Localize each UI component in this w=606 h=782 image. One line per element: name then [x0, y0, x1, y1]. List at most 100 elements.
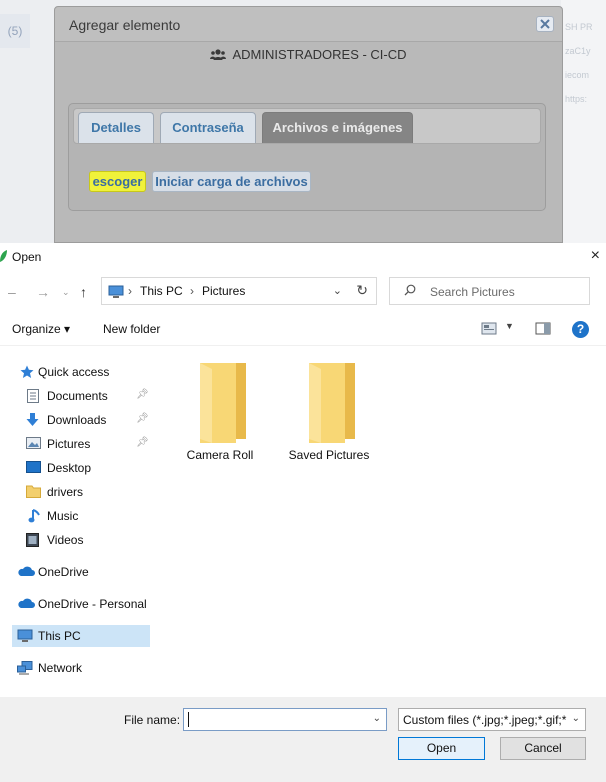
file-name-label: File name: [124, 713, 181, 727]
nav-pictures[interactable]: Pictures 📌︎ [12, 433, 150, 455]
snippet-text: SH PR [565, 22, 593, 32]
nav-onedrive[interactable]: OneDrive [12, 561, 150, 583]
breadcrumb-separator-icon: › [128, 284, 132, 298]
view-options-icon[interactable] [481, 322, 497, 335]
help-icon[interactable]: ? [572, 321, 589, 338]
breadcrumb-pictures[interactable]: Pictures [202, 284, 245, 298]
modal-title: Agregar elemento [69, 17, 181, 33]
address-bar[interactable]: › This PC › Pictures ⌄ ↻ [101, 277, 377, 305]
pin-icon[interactable]: 📌︎ [136, 437, 149, 448]
cloud-icon [18, 598, 35, 608]
open-button[interactable]: Open [398, 737, 485, 760]
network-icon [17, 661, 33, 675]
folder-icon [309, 363, 355, 443]
search-placeholder: Search Pictures [430, 285, 515, 299]
file-name-dropdown-icon[interactable]: ⌄ [373, 713, 381, 724]
dialog-title-bar: Open × [0, 243, 606, 271]
nav-drivers[interactable]: drivers [12, 481, 150, 503]
pictures-icon [26, 437, 41, 449]
nav-music[interactable]: Music [12, 505, 150, 527]
nav-label: This PC [38, 629, 81, 643]
back-arrow-icon[interactable]: – [8, 284, 16, 300]
recent-dropdown-icon[interactable]: ⌄ [62, 287, 70, 298]
group-heading: ADMINISTRADORES - CI-CD [55, 47, 562, 62]
document-icon [27, 389, 39, 403]
users-icon [210, 49, 227, 60]
up-arrow-icon[interactable]: ↑ [80, 284, 87, 300]
nav-label: OneDrive [38, 565, 89, 579]
right-column-snippets: SH PR zaC1y iecom https: [561, 0, 606, 243]
cloud-icon [18, 566, 35, 576]
close-icon [540, 19, 550, 29]
tab-panel: Detalles Contraseña Archivos e imágenes … [68, 103, 546, 211]
dialog-close-button[interactable]: × [591, 247, 600, 265]
tab-contrasena[interactable]: Contraseña [160, 112, 256, 143]
nav-label: Videos [47, 533, 84, 547]
add-item-modal: Agregar elemento ADMINISTRADORES - CI-CD… [54, 6, 563, 243]
folder-label: Camera Roll [186, 448, 254, 462]
refresh-icon[interactable]: ↻ [356, 282, 368, 299]
choose-button[interactable]: escoger [89, 171, 146, 192]
start-upload-button[interactable]: Iniciar carga de archivos [152, 171, 311, 192]
nav-downloads[interactable]: Downloads 📌︎ [12, 409, 150, 431]
organize-menu[interactable]: Organize ▾ [12, 322, 70, 336]
music-icon [28, 509, 40, 523]
folder-label: Saved Pictures [288, 448, 370, 462]
left-counter: (5) [0, 14, 30, 48]
navigation-row: – → ⌄ ↑ › This PC › Pictures ⌄ ↻ Search … [0, 276, 606, 308]
file-type-value: Custom files (*.jpg;*.jpeg;*.gif;* [403, 713, 567, 727]
tab-archivos-imagenes[interactable]: Archivos e imágenes [262, 112, 413, 143]
nav-onedrive-personal[interactable]: OneDrive - Personal [12, 593, 150, 615]
new-folder-button[interactable]: New folder [103, 322, 160, 336]
snippet-text: zaC1y [565, 46, 591, 56]
pin-icon[interactable]: 📌︎ [136, 413, 149, 424]
app-leaf-icon [0, 250, 7, 262]
view-dropdown-icon[interactable]: ▼ [505, 321, 514, 331]
folder-camera-roll[interactable]: Camera Roll [172, 353, 268, 463]
search-box[interactable]: Search Pictures [389, 277, 590, 305]
tab-bar: Detalles Contraseña Archivos e imágenes [73, 108, 541, 144]
pin-icon[interactable]: 📌︎ [136, 389, 149, 400]
folder-saved-pictures[interactable]: Saved Pictures [281, 353, 377, 463]
nav-label: OneDrive - Personal [38, 597, 147, 611]
nav-label: Desktop [47, 461, 92, 475]
computer-icon [17, 629, 33, 642]
nav-label: Pictures [47, 437, 91, 451]
nav-label: Quick access [38, 365, 110, 379]
modal-close-button[interactable] [536, 16, 554, 32]
search-icon [404, 284, 416, 296]
computer-icon [108, 285, 124, 298]
nav-desktop[interactable]: Desktop [12, 457, 150, 479]
address-dropdown-icon[interactable]: ⌄ [333, 284, 342, 297]
nav-label: Network [38, 661, 83, 675]
star-icon [20, 365, 34, 378]
chevron-down-icon: ⌄ [569, 713, 580, 724]
file-name-input[interactable]: ⌄ [183, 708, 387, 731]
file-type-select[interactable]: Custom files (*.jpg;*.jpeg;*.gif;* ⌄ [398, 708, 586, 731]
background-webpage: (5) SH PR zaC1y iecom https: Agregar ele… [0, 0, 606, 243]
breadcrumb-this-pc[interactable]: This PC [140, 284, 183, 298]
desktop-icon [26, 461, 41, 473]
nav-this-pc[interactable]: This PC [12, 625, 150, 647]
download-icon [26, 413, 39, 426]
open-file-dialog: Open × – → ⌄ ↑ › This PC › Pictures ⌄ ↻ … [0, 243, 606, 782]
nav-documents[interactable]: Documents 📌︎ [12, 385, 150, 407]
dialog-footer: File name: ⌄ Custom files (*.jpg;*.jpeg;… [0, 697, 606, 782]
nav-videos[interactable]: Videos [12, 529, 150, 551]
nav-network[interactable]: Network [12, 657, 150, 679]
folder-icon [200, 363, 246, 443]
dialog-title: Open [12, 250, 42, 264]
snippet-text: iecom [565, 70, 590, 80]
forward-arrow-icon[interactable]: → [36, 284, 50, 300]
cancel-button[interactable]: Cancel [500, 737, 586, 760]
tab-detalles[interactable]: Detalles [78, 112, 154, 143]
navigation-pane: Quick access Documents 📌︎ Downloads 📌︎ P… [0, 345, 152, 695]
nav-quick-access[interactable]: Quick access [12, 361, 150, 383]
preview-pane-icon[interactable] [535, 322, 551, 335]
nav-label: drivers [47, 485, 84, 499]
nav-label: Documents [47, 389, 108, 403]
group-name: ADMINISTRADORES - CI-CD [232, 47, 407, 62]
folder-icon [26, 485, 41, 498]
nav-label: Downloads [47, 413, 107, 427]
text-caret [188, 712, 189, 727]
